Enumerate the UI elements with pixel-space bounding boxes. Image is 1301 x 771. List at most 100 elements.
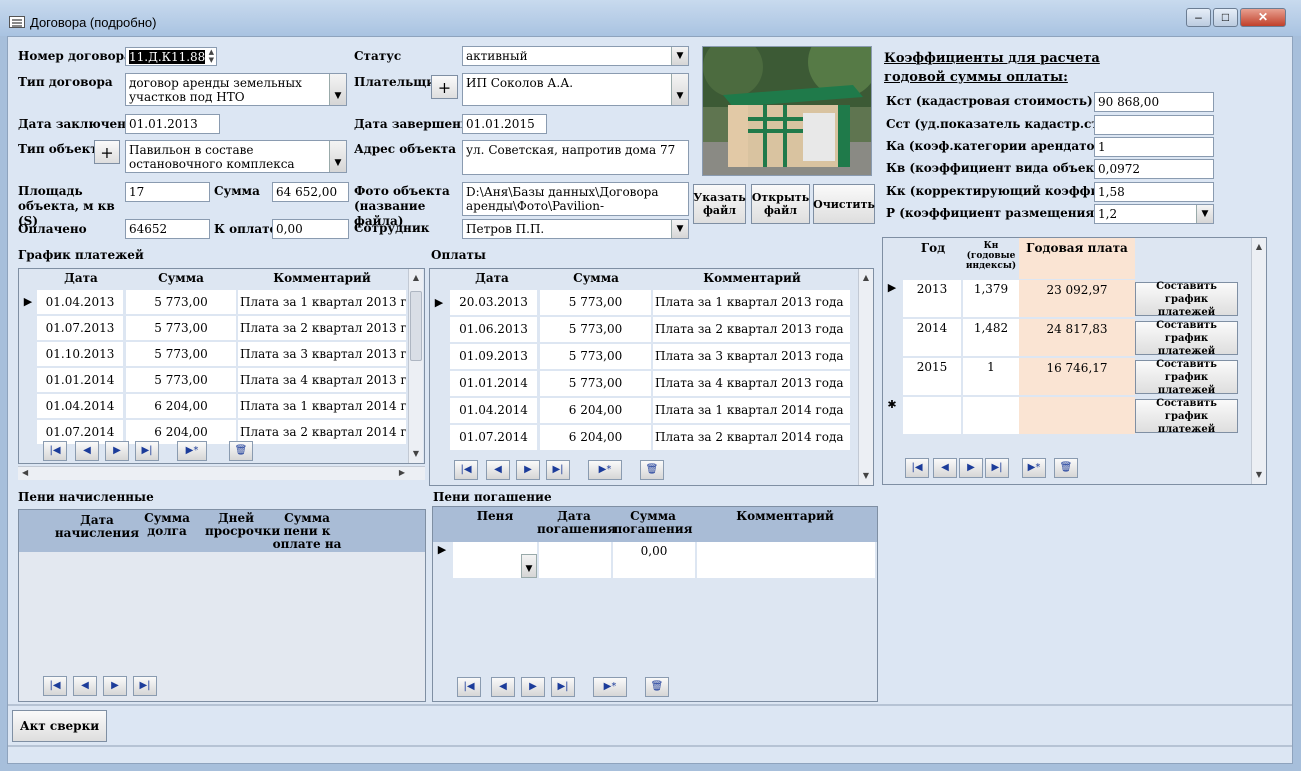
nav-new-button[interactable]: ▶*: [1022, 458, 1046, 478]
schedule-cell[interactable]: 01.10.2013: [37, 342, 123, 366]
nav-first-button[interactable]: |◀: [905, 458, 929, 478]
row-selector[interactable]: [430, 371, 448, 396]
row-selector[interactable]: [883, 358, 901, 395]
build-schedule-button[interactable]: Составить график платежей: [1135, 320, 1238, 357]
pp-cell-date[interactable]: [539, 542, 611, 578]
build-schedule-button[interactable]: Составить график платежей: [1135, 398, 1238, 435]
chevron-down-icon[interactable]: ▼: [671, 74, 688, 105]
payments-cell[interactable]: Плата за 4 квартал 2013 года: [653, 371, 850, 396]
row-selector[interactable]: [430, 344, 448, 369]
annual-cell-index[interactable]: 1,379: [963, 280, 1019, 317]
row-selector[interactable]: [19, 394, 37, 418]
coefficient-field[interactable]: 1,58: [1094, 182, 1214, 202]
schedule-vscroll[interactable]: ▲ ▼: [408, 269, 423, 463]
scroll-down-icon[interactable]: ▼: [409, 447, 423, 461]
nav-last-button[interactable]: ▶|: [133, 676, 157, 696]
annual-cell-index[interactable]: [963, 397, 1019, 434]
maximize-button[interactable]: □: [1213, 8, 1238, 27]
nav-next-button[interactable]: ▶: [959, 458, 983, 478]
status-select[interactable]: активный ▼: [462, 46, 689, 66]
schedule-cell[interactable]: 01.07.2013: [37, 316, 123, 340]
to-pay-field[interactable]: 0,00: [272, 219, 349, 239]
coefficient-field[interactable]: [1094, 115, 1214, 135]
row-selector-icon[interactable]: ▶: [433, 542, 451, 578]
row-selector[interactable]: [430, 398, 448, 423]
schedule-cell[interactable]: Плата за 4 квартал 2013 года: [238, 368, 406, 392]
schedule-hscroll-bar[interactable]: ◀ ▶: [18, 466, 425, 480]
paid-field[interactable]: 64652: [125, 219, 210, 239]
nav-next-button[interactable]: ▶: [516, 460, 540, 480]
payments-cell[interactable]: Плата за 2 квартал 2013 года: [653, 317, 850, 342]
annual-cell-year[interactable]: [903, 397, 961, 434]
row-selector[interactable]: [430, 425, 448, 450]
nav-last-button[interactable]: ▶|: [546, 460, 570, 480]
payments-cell[interactable]: Плата за 3 квартал 2013 года: [653, 344, 850, 369]
build-schedule-button[interactable]: Составить график платежей: [1135, 359, 1238, 396]
schedule-cell[interactable]: 6 204,00: [126, 394, 236, 418]
scroll-thumb[interactable]: [410, 291, 422, 361]
payments-cell[interactable]: 01.06.2013: [450, 317, 537, 342]
schedule-cell[interactable]: 01.04.2014: [37, 394, 123, 418]
date-end-field[interactable]: 01.01.2015: [462, 114, 547, 134]
payments-cell[interactable]: 5 773,00: [540, 371, 651, 396]
employee-select[interactable]: Петров П.П. ▼: [462, 219, 689, 239]
annual-cell-year[interactable]: 2014: [903, 319, 961, 356]
schedule-cell[interactable]: Плата за 1 квартал 2014 года: [238, 394, 406, 418]
payments-vscroll[interactable]: ▲ ▼: [858, 269, 873, 485]
reconciliation-button[interactable]: Акт сверки: [12, 710, 107, 742]
payments-cell[interactable]: Плата за 1 квартал 2013 года: [653, 290, 850, 315]
annual-cell-index[interactable]: 1: [963, 358, 1019, 395]
annual-cell-payment[interactable]: 24 817,83: [1019, 319, 1135, 356]
scroll-down-icon[interactable]: ▼: [1252, 468, 1266, 482]
payments-cell[interactable]: 5 773,00: [540, 317, 651, 342]
add-object-type-button[interactable]: +: [94, 140, 120, 164]
schedule-cell[interactable]: 5 773,00: [126, 342, 236, 366]
scroll-up-icon[interactable]: ▲: [859, 271, 873, 285]
nav-first-button[interactable]: |◀: [43, 676, 67, 696]
new-record-icon[interactable]: ✱: [883, 397, 901, 434]
scroll-up-icon[interactable]: ▲: [1252, 240, 1266, 254]
delete-icon[interactable]: 🗑: [229, 441, 253, 461]
chevron-down-icon[interactable]: ▼: [329, 74, 346, 105]
chevron-down-icon[interactable]: ▼: [671, 47, 688, 65]
chevron-down-icon[interactable]: ▼: [671, 220, 688, 238]
address-field[interactable]: ул. Советская, напротив дома 77: [462, 140, 689, 175]
scroll-up-icon[interactable]: ▲: [409, 271, 423, 285]
photo-field[interactable]: D:\Аня\Базы данных\Договора аренды\Фото\…: [462, 182, 689, 216]
close-button[interactable]: ✕: [1240, 8, 1286, 27]
nav-first-button[interactable]: |◀: [454, 460, 478, 480]
nav-prev-button[interactable]: ◀: [75, 441, 99, 461]
annual-cell-index[interactable]: 1,482: [963, 319, 1019, 356]
schedule-cell[interactable]: Плата за 2 квартал 2014 года: [238, 420, 406, 444]
chevron-down-icon[interactable]: ▼: [329, 141, 346, 172]
payments-cell[interactable]: Плата за 1 квартал 2014 года: [653, 398, 850, 423]
delete-icon[interactable]: 🗑: [1054, 458, 1078, 478]
delete-icon[interactable]: 🗑: [640, 460, 664, 480]
nav-prev-button[interactable]: ◀: [933, 458, 957, 478]
schedule-cell[interactable]: Плата за 1 квартал 2013 года: [238, 290, 406, 314]
current-row-icon[interactable]: ▶: [430, 290, 448, 315]
pp-cell-sum[interactable]: 0,00: [613, 542, 695, 578]
scroll-left-icon[interactable]: ◀: [22, 468, 28, 477]
current-row-icon[interactable]: ▶: [883, 280, 901, 317]
schedule-cell[interactable]: 5 773,00: [126, 316, 236, 340]
annual-cell-year[interactable]: 2015: [903, 358, 961, 395]
minimize-button[interactable]: –: [1186, 8, 1211, 27]
nav-next-button[interactable]: ▶: [521, 677, 545, 697]
nav-new-button[interactable]: ▶*: [588, 460, 622, 480]
nav-next-button[interactable]: ▶: [105, 441, 129, 461]
contract-number-field[interactable]: 11.Д.К11.88 ▲ ▼: [125, 47, 217, 66]
build-schedule-button[interactable]: Составить график платежей: [1135, 281, 1238, 318]
row-selector[interactable]: [430, 317, 448, 342]
coefficient-select[interactable]: 1,2 ▼: [1094, 204, 1214, 224]
payments-cell[interactable]: 5 773,00: [540, 344, 651, 369]
annual-cell-payment[interactable]: [1019, 397, 1135, 434]
payments-cell[interactable]: 20.03.2013: [450, 290, 537, 315]
coefficient-field[interactable]: 90 868,00: [1094, 92, 1214, 112]
payer-select[interactable]: ИП Соколов А.А. ▼: [462, 73, 689, 106]
spin-arrows-icon[interactable]: ▲ ▼: [209, 48, 214, 64]
pp-cell-penalty[interactable]: ▼: [453, 542, 537, 578]
nav-first-button[interactable]: |◀: [457, 677, 481, 697]
annual-cell-year[interactable]: 2013: [903, 280, 961, 317]
payments-cell[interactable]: 6 204,00: [540, 398, 651, 423]
